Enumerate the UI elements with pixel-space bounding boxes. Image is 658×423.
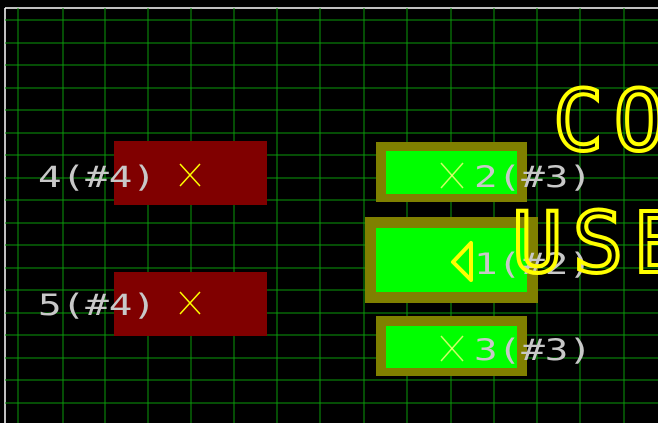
pad-3-label: 3(#3) bbox=[474, 333, 592, 367]
silkscreen-text-line-2: USE bbox=[512, 194, 658, 292]
pcb-editor-canvas[interactable]: 4(#4) 5(#4) 2(#3) 1(#2) 3(#3) CO USE bbox=[0, 0, 658, 423]
silkscreen-text-line-1: CO bbox=[553, 72, 658, 170]
pad-4-label: 4(#4) bbox=[38, 160, 156, 194]
pad-5-label: 5(#4) bbox=[38, 288, 156, 322]
pcb-board[interactable]: 4(#4) 5(#4) 2(#3) 1(#2) 3(#3) CO USE bbox=[0, 0, 658, 423]
